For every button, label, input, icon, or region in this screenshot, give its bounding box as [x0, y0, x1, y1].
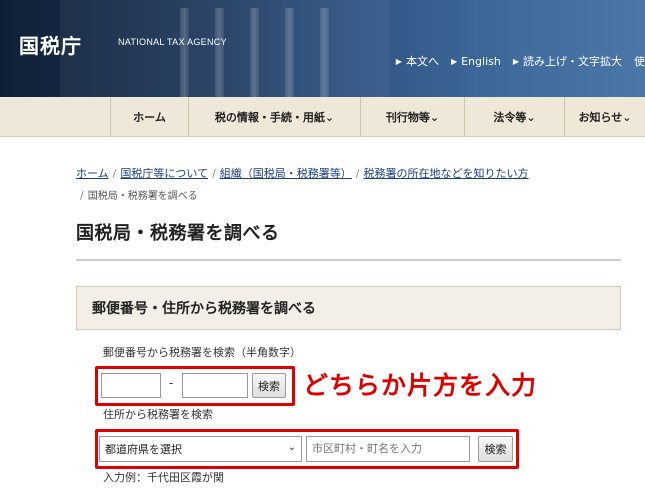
address-search-label: 住所から税務署を検索: [103, 408, 213, 421]
header-building-image: [60, 0, 390, 97]
nav-item-label: 刊行物等: [385, 111, 430, 124]
city-town-input[interactable]: [306, 436, 470, 462]
section-heading: 郵便番号・住所から税務署を調べる: [76, 286, 621, 330]
postal-search-label: 郵便番号から税務署を検索（半角数字）: [103, 346, 301, 359]
skip-to-content-link[interactable]: ▶ 本文へ: [396, 53, 439, 69]
annotation-callout: どちらか片方を入力: [303, 371, 538, 400]
arrow-right-icon: ▶: [395, 56, 402, 66]
breadcrumb-separator: /: [80, 189, 84, 202]
global-nav: ホーム 税の情報・手続・用紙 ⌄ 刊行物等 ⌄ 法令等 ⌄ お知らせ ⌄: [0, 97, 645, 137]
chevron-down-icon: ⌄: [429, 110, 440, 124]
nav-item-notices[interactable]: お知らせ ⌄: [564, 97, 645, 137]
breadcrumb-current: 国税局・税務署を調べる: [87, 191, 198, 202]
site-logo[interactable]: 国税庁: [19, 30, 82, 59]
breadcrumb: ホーム / 国税庁等について / 組織（国税局・税務署等） / 税務署の所在地などを知りたい…: [76, 163, 636, 208]
util-link-label: 使: [634, 55, 645, 68]
building-column: [180, 8, 189, 97]
prefecture-select[interactable]: 都道府県を選択 ⌄: [99, 436, 302, 462]
nav-item-home[interactable]: ホーム: [110, 97, 188, 137]
usage-link[interactable]: 使: [634, 53, 645, 69]
utility-links: ▶ 本文へ ▶ English ▶ 読み上げ・文字拡大 使: [396, 53, 645, 69]
arrow-right-icon: ▶: [450, 56, 458, 66]
title-divider: [76, 259, 621, 261]
util-link-label: 読み上げ・文字拡大: [523, 55, 622, 68]
read-aloud-link[interactable]: ▶ 読み上げ・文字拡大: [513, 53, 622, 69]
building-column: [215, 8, 224, 97]
breadcrumb-link-home[interactable]: ホーム: [76, 167, 109, 180]
building-column: [285, 8, 294, 97]
util-link-label: English: [461, 54, 501, 68]
building-column: [320, 8, 329, 97]
nav-item-laws[interactable]: 法令等 ⌄: [464, 97, 564, 137]
address-search-button[interactable]: 検索: [478, 436, 513, 462]
breadcrumb-link-about[interactable]: 国税庁等について: [120, 167, 208, 180]
nav-item-label: お知らせ: [578, 111, 623, 124]
nav-item-label: ホーム: [133, 111, 166, 124]
prefecture-select-value: 都道府県を選択: [105, 443, 182, 456]
breadcrumb-link-office-location[interactable]: 税務署の所在地などを知りたい方: [364, 167, 529, 180]
site-header: 国税庁 NATIONAL TAX AGENCY ▶ 本文へ ▶ English ▶ 読…: [0, 0, 645, 97]
page-title: 国税局・税務署を調べる: [76, 223, 280, 244]
postal-search-button[interactable]: 検索: [252, 373, 286, 398]
util-link-label: 本文へ: [405, 55, 439, 68]
zip-code-first-input[interactable]: [101, 373, 161, 398]
chevron-down-icon: ⌄: [287, 442, 296, 453]
chevron-down-icon: ⌄: [622, 110, 632, 124]
breadcrumb-link-organization[interactable]: 組織（国税局・税務署等）: [220, 167, 352, 180]
breadcrumb-separator: /: [355, 167, 360, 180]
nav-item-label: 税の情報・手続・用紙: [214, 111, 325, 124]
chevron-down-icon: ⌄: [324, 110, 335, 124]
english-link[interactable]: ▶ English: [451, 53, 501, 69]
input-example: 入力例：千代田区霞が関: [103, 471, 224, 484]
zip-code-second-input[interactable]: [182, 373, 248, 398]
nav-item-label: 法令等: [493, 111, 527, 124]
nav-item-tax-info[interactable]: 税の情報・手続・用紙 ⌄: [188, 97, 360, 137]
site-logo-english: NATIONAL TAX AGENCY: [118, 37, 227, 47]
nav-item-publications[interactable]: 刊行物等 ⌄: [360, 97, 464, 137]
breadcrumb-separator: /: [212, 167, 216, 180]
building-column: [250, 8, 259, 97]
chevron-down-icon: ⌄: [526, 110, 536, 124]
breadcrumb-separator: /: [112, 167, 117, 180]
arrow-right-icon: ▶: [512, 56, 519, 66]
zip-dash: -: [169, 376, 174, 390]
